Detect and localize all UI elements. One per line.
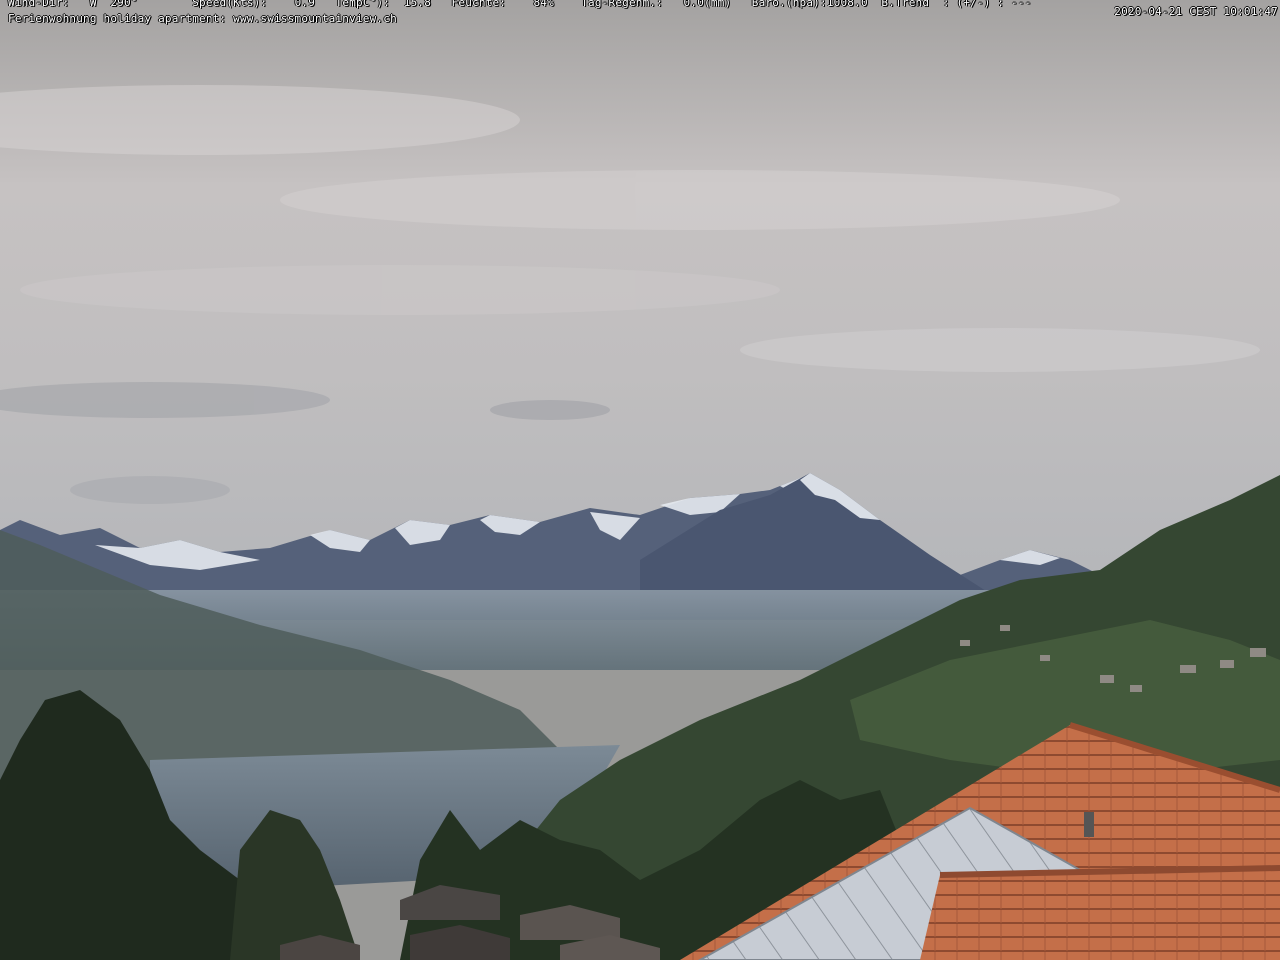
wind-dir-value: W 290°	[89, 0, 138, 9]
chimney-vent	[1084, 812, 1094, 837]
roof-secondary	[920, 868, 1280, 960]
trend-label: B.Trend : (+/-) : ---	[881, 0, 1032, 9]
weather-readout: Wind-Dir: W 290° Speed(Kts): 0.9 TempC°)…	[8, 0, 1032, 9]
site-caption: Ferienwohnung holiday apartment: www.swi…	[8, 12, 397, 25]
speed-label: Speed(Kts):	[192, 0, 268, 9]
temp-value: 15.8	[403, 0, 432, 9]
speed-value: 0.9	[294, 0, 316, 9]
wind-dir-label: Wind-Dir:	[8, 0, 70, 9]
timestamp: 2020-04-21 CEST 10:01:47	[1114, 5, 1278, 18]
humidity-label: Feuchte:	[451, 0, 507, 9]
rain-label: Tag-Regenm.:	[581, 0, 664, 9]
temp-label: TempC°):	[335, 0, 391, 9]
webcam-frame: Wind-Dir: W 290° Speed(Kts): 0.9 TempC°)…	[0, 0, 1280, 960]
baro-label: Baro.(hpa):1008.0	[751, 0, 868, 9]
landscape-scene	[0, 0, 1280, 960]
rain-value: 0.0(mm)	[683, 0, 732, 9]
humidity-value: 84%	[533, 0, 554, 9]
